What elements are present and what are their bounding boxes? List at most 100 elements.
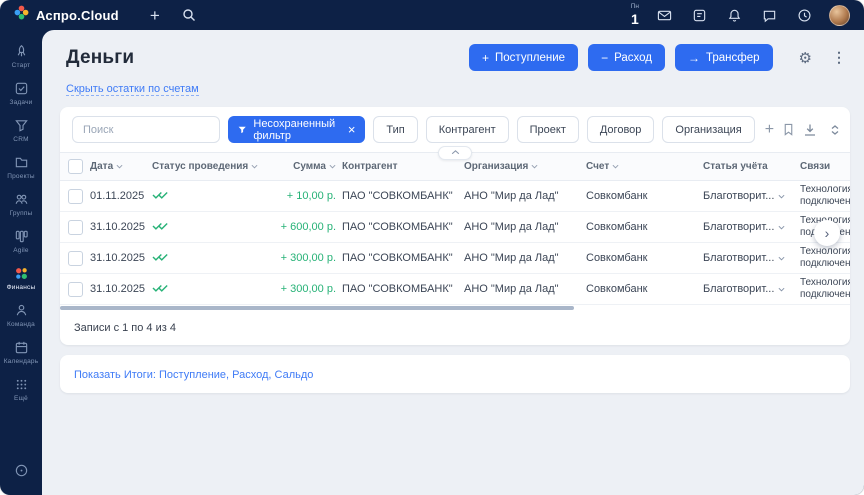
horizontal-scrollbar-thumb[interactable] (60, 306, 574, 310)
collapse-filters-button[interactable] (438, 146, 472, 160)
totals-card: Показать Итоги: Поступление, Расход, Сал… (60, 355, 850, 393)
income-button-label: Поступление (495, 52, 565, 64)
search-icon[interactable] (179, 5, 199, 25)
sidebar-item-team[interactable]: Команда (0, 297, 42, 334)
column-header-sum[interactable]: Сумма (278, 161, 342, 172)
row-checkbox[interactable] (68, 251, 83, 266)
select-all-checkbox[interactable] (68, 159, 83, 174)
column-label: Организация (464, 161, 528, 172)
cell-sum: + 10,00 р. (278, 190, 342, 202)
table-divider (60, 152, 850, 153)
table-scroll-right-button[interactable]: › (814, 220, 840, 246)
sidebar-item-agile[interactable]: Agile (0, 223, 42, 260)
app-window: Аспро.Cloud + Пн 1 (0, 0, 864, 495)
cell-links[interactable]: Технология подключения (800, 277, 850, 301)
cell-counterparty: ПАО "СОВКОМБАНК" (342, 283, 464, 295)
row-checkbox[interactable] (68, 282, 83, 297)
arrow-right-icon: → (688, 52, 700, 64)
row-checkbox[interactable] (68, 220, 83, 235)
column-label: Дата (90, 161, 113, 172)
mail-icon[interactable] (654, 5, 674, 25)
cell-article-dropdown[interactable]: Благотворит... (703, 283, 800, 295)
sidebar-item-label: Старт (12, 62, 31, 69)
table-tools: ⚙ (803, 121, 850, 138)
sidebar-item-label: CRM (13, 136, 28, 143)
chat-icon[interactable] (759, 5, 779, 25)
avatar[interactable] (829, 5, 850, 26)
table-row[interactable]: 31.10.2025 + 300,00 р. ПАО "СОВКОМБАНК" … (60, 274, 850, 305)
table-row[interactable]: 01.11.2025 + 10,00 р. ПАО "СОВКОМБАНК" А… (60, 181, 850, 212)
sidebar-item-label: Задачи (9, 99, 32, 106)
sidebar-item-groups[interactable]: Группы (0, 186, 42, 223)
sidebar-item-crm[interactable]: CRM (0, 112, 42, 149)
remove-filter-icon[interactable]: × (348, 123, 356, 136)
sidebar-item-label: Agile (13, 247, 28, 254)
bell-icon[interactable] (724, 5, 744, 25)
article-label: Благотворит... (703, 283, 774, 295)
sidebar-item-label: Команда (7, 321, 35, 328)
column-header-organization[interactable]: Организация (464, 161, 586, 172)
sidebar-item-finance[interactable]: Финансы (0, 260, 42, 297)
active-filter-chip[interactable]: Несохраненный фильтр × (228, 116, 365, 143)
folder-icon (14, 155, 29, 170)
sidebar-item-projects[interactable]: Проекты (0, 149, 42, 186)
cell-article-dropdown[interactable]: Благотворит... (703, 252, 800, 264)
transfer-button[interactable]: → Трансфер (675, 44, 773, 71)
add-filter-icon[interactable]: + (765, 121, 774, 139)
cell-sum: + 600,00 р. (278, 221, 342, 233)
bookmark-icon[interactable] (782, 123, 795, 136)
row-checkbox[interactable] (68, 189, 83, 204)
cell-organization: АНО "Мир да Лад" (464, 221, 586, 233)
column-header-date[interactable]: Дата (90, 161, 152, 172)
notes-icon[interactable] (689, 5, 709, 25)
active-filter-label: Несохраненный фильтр (253, 118, 338, 142)
cell-sum: + 300,00 р. (278, 252, 342, 264)
column-label: Сумма (293, 161, 326, 172)
quick-add-button[interactable]: + (145, 5, 165, 25)
page-header: Деньги + Поступление − Расход → Трансфер… (42, 30, 864, 71)
export-icon[interactable] (803, 123, 817, 137)
hide-balances-link[interactable]: Скрыть остатки по счетам (66, 83, 199, 96)
filter-organization-button[interactable]: Организация (662, 116, 754, 143)
cell-date: 31.10.2025 (90, 283, 152, 295)
table-row[interactable]: 31.10.2025 + 600,00 р. ПАО "СОВКОМБАНК" … (60, 212, 850, 243)
filter-project-button[interactable]: Проект (517, 116, 579, 143)
sidebar-item-more[interactable]: Ещё (0, 371, 42, 408)
sidebar-item-calendar[interactable]: Календарь (0, 334, 42, 371)
help-icon[interactable] (14, 453, 29, 495)
show-totals-link[interactable]: Показать Итоги: Поступление, Расход, Сал… (74, 369, 313, 381)
column-label: Счет (586, 161, 609, 172)
expense-button[interactable]: − Расход (588, 44, 665, 71)
filter-counterparty-button[interactable]: Контрагент (426, 116, 509, 143)
support-icon[interactable] (794, 5, 814, 25)
chevron-down-icon (778, 287, 785, 292)
column-header-links[interactable]: Связи (800, 161, 850, 172)
calendar-day: 1 (631, 12, 639, 26)
cell-account: Совкомбанк (586, 252, 703, 264)
page-settings-gear-icon[interactable]: ⚙ (799, 49, 812, 67)
logo[interactable]: Аспро.Cloud (14, 5, 119, 25)
search-input[interactable] (72, 116, 220, 143)
filter-funnel-icon (238, 124, 246, 136)
calendar-widget[interactable]: Пн 1 (631, 4, 639, 26)
cell-links[interactable]: Технология подключения (800, 184, 850, 208)
column-header-article[interactable]: Статья учёта (703, 161, 800, 172)
page-actions: + Поступление − Расход → Трансфер ⚙ ⋮ (469, 44, 846, 71)
cell-article-dropdown[interactable]: Благотворит... (703, 221, 800, 233)
sidebar-item-start[interactable]: Старт (0, 38, 42, 75)
income-button[interactable]: + Поступление (469, 44, 578, 71)
collapse-rows-icon[interactable] (830, 125, 840, 135)
column-header-status[interactable]: Статус проведения (152, 161, 278, 172)
column-header-counterparty[interactable]: Контрагент (342, 161, 464, 172)
rocket-icon (14, 44, 29, 59)
cell-links[interactable]: Технология подключения (800, 246, 850, 270)
cell-article-dropdown[interactable]: Благотворит... (703, 190, 800, 202)
chevron-down-icon (778, 225, 785, 230)
cell-sum: + 300,00 р. (278, 283, 342, 295)
sidebar-item-tasks[interactable]: Задачи (0, 75, 42, 112)
column-header-account[interactable]: Счет (586, 161, 703, 172)
kebab-menu-icon[interactable]: ⋮ (832, 49, 846, 66)
filter-type-button[interactable]: Тип (373, 116, 417, 143)
filter-contract-button[interactable]: Договор (587, 116, 655, 143)
table-row[interactable]: 31.10.2025 + 300,00 р. ПАО "СОВКОМБАНК" … (60, 243, 850, 274)
